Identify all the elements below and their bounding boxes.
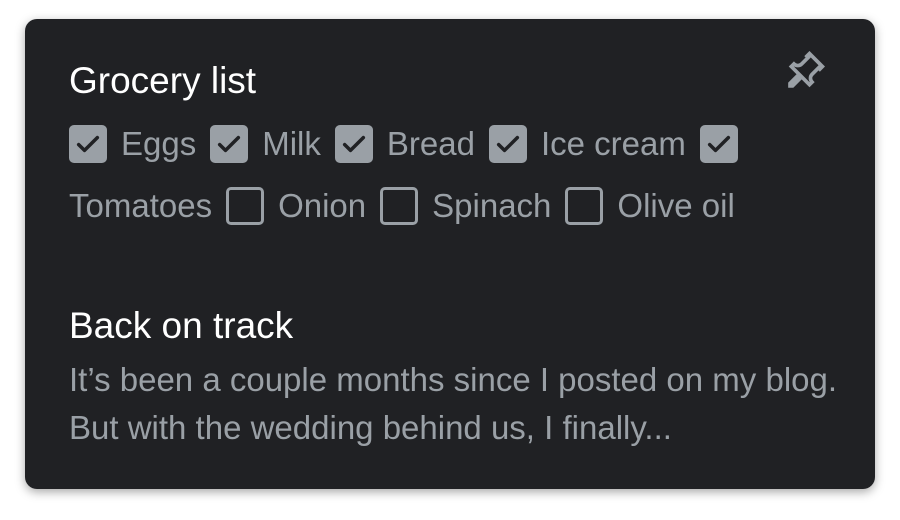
checkbox-unchecked[interactable] bbox=[380, 187, 419, 225]
checklist-item[interactable]: Milk bbox=[210, 122, 321, 166]
checklist-item-label: Onion bbox=[278, 187, 367, 224]
checklist-item-label: Olive oil bbox=[617, 187, 735, 224]
check-icon bbox=[218, 135, 241, 153]
checklist-item[interactable]: Bread bbox=[334, 122, 475, 166]
checklist-item-label: Ice cream bbox=[540, 125, 686, 162]
note-title: Back on track bbox=[69, 305, 294, 346]
note-body: It’s been a couple months since I posted… bbox=[69, 361, 838, 446]
check-icon bbox=[76, 135, 100, 153]
pin-icon[interactable] bbox=[781, 50, 826, 95]
checkbox-checked[interactable] bbox=[334, 125, 373, 163]
grocery-checklist: Eggs Milk Bread Ice cream Tomatoes Onion… bbox=[69, 122, 829, 228]
text-note[interactable]: Back on track It’s been a couple months … bbox=[69, 304, 839, 452]
card-header: Grocery list bbox=[69, 19, 831, 122]
checklist-item[interactable]: Onion bbox=[278, 184, 419, 228]
checklist-item[interactable]: Spinach bbox=[432, 184, 604, 228]
checklist-item[interactable]: Tomatoes bbox=[69, 184, 265, 228]
checkbox-checked[interactable] bbox=[488, 125, 527, 163]
check-icon bbox=[342, 135, 365, 153]
checklist-item[interactable]: Eggs bbox=[69, 122, 196, 166]
checklist-item-label: Tomatoes bbox=[69, 187, 213, 224]
checklist-item-label: Spinach bbox=[432, 187, 552, 224]
checkbox-checked[interactable] bbox=[69, 125, 107, 163]
checkbox-unchecked[interactable] bbox=[565, 187, 604, 225]
card-title: Grocery list bbox=[69, 60, 257, 101]
note-card[interactable]: Grocery list Eggs Milk Bread Ice cream T… bbox=[25, 19, 875, 489]
checkbox-checked[interactable] bbox=[699, 125, 738, 163]
check-icon bbox=[707, 135, 730, 153]
checkbox-checked[interactable] bbox=[210, 125, 249, 163]
checklist-item[interactable] bbox=[699, 122, 738, 166]
checkbox-unchecked[interactable] bbox=[226, 187, 265, 225]
checklist-item-label: Milk bbox=[262, 125, 321, 162]
checklist-item[interactable]: Olive oil bbox=[617, 184, 734, 228]
check-icon bbox=[496, 135, 520, 153]
checklist-item[interactable]: Ice cream bbox=[488, 122, 686, 166]
checklist-item-label: Eggs bbox=[121, 125, 197, 162]
checklist-item-label: Bread bbox=[386, 125, 475, 162]
